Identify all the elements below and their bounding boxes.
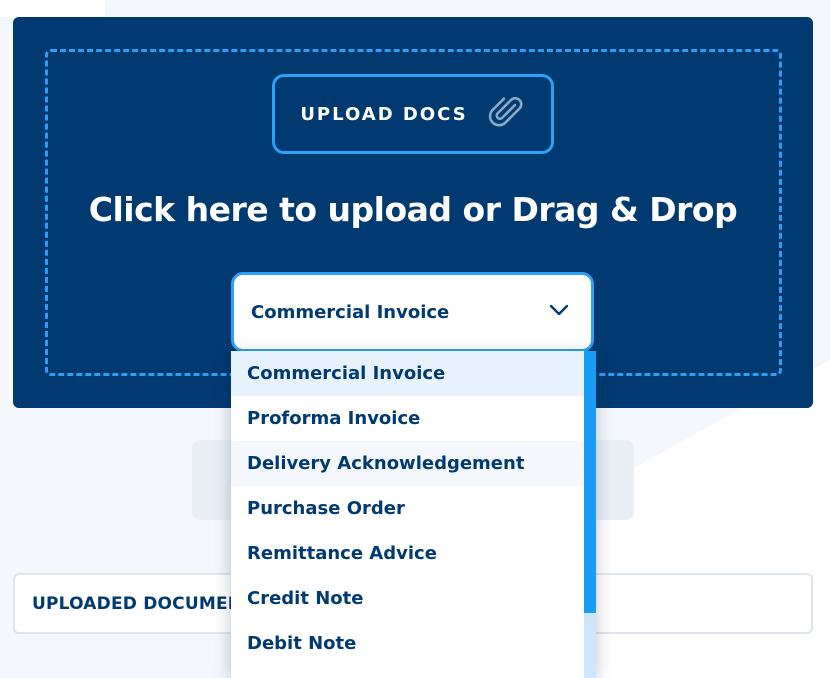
dropdown-option[interactable]: Purchase Order: [231, 486, 584, 531]
page-corner-background: [0, 0, 105, 17]
dropdown-option[interactable]: Proforma Invoice: [231, 396, 584, 441]
upload-dropzone[interactable]: UPLOAD DOCS Click here to upload or Drag…: [13, 17, 813, 408]
document-type-value: Commercial Invoice: [251, 301, 450, 323]
dropdown-option[interactable]: Remittance Advice: [231, 531, 584, 576]
document-type-dropdown[interactable]: Commercial Invoice Proforma Invoice Deli…: [231, 351, 596, 678]
chevron-down-icon: [547, 298, 571, 327]
paperclip-icon: [486, 92, 526, 137]
dropdown-option[interactable]: Delivery Acknowledgement: [231, 441, 584, 486]
upload-docs-label: UPLOAD DOCS: [300, 103, 468, 125]
upload-docs-button[interactable]: UPLOAD DOCS: [272, 74, 554, 154]
dropdown-option[interactable]: Debit Note: [231, 621, 584, 666]
dropdown-option[interactable]: Credit Note: [231, 576, 584, 621]
upload-headline: Click here to upload or Drag & Drop: [88, 190, 738, 229]
dropdown-scrollbar[interactable]: [584, 351, 596, 678]
document-type-options: Commercial Invoice Proforma Invoice Deli…: [231, 351, 584, 666]
dropdown-option[interactable]: Commercial Invoice: [231, 351, 584, 396]
dropdown-scrollbar-thumb[interactable]: [584, 351, 596, 613]
document-type-select[interactable]: Commercial Invoice: [231, 272, 594, 352]
